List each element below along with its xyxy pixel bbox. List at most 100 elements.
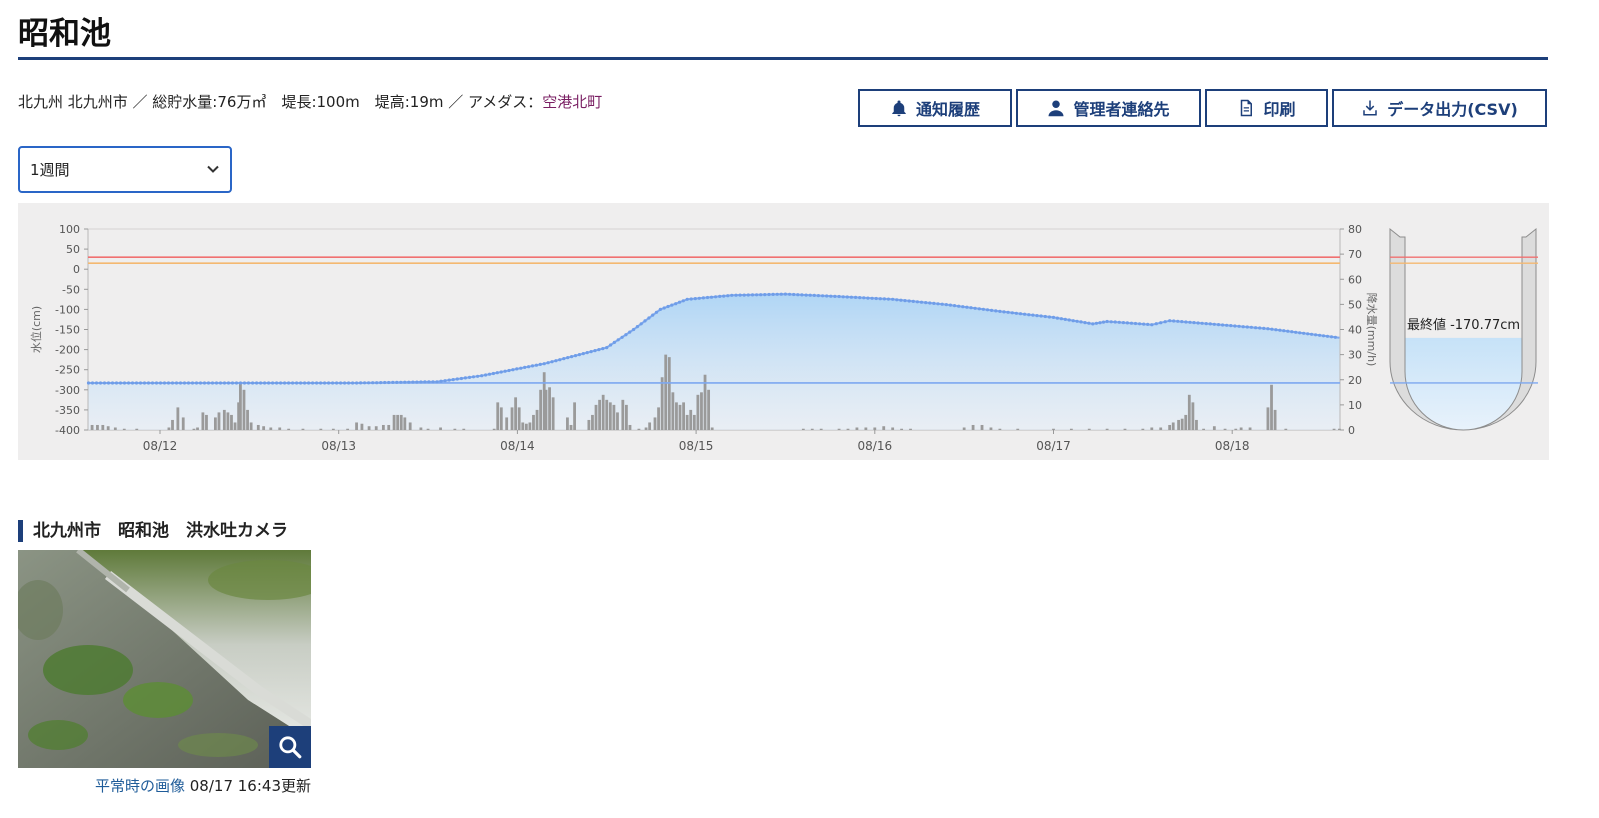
rainfall-bar (810, 428, 814, 430)
water-level-point (1241, 325, 1245, 329)
rainfall-bar (612, 404, 616, 430)
print-button[interactable]: 印刷 (1205, 89, 1328, 127)
water-level-point (858, 296, 862, 300)
rainfall-bar (426, 428, 430, 430)
water-level-point (463, 376, 467, 380)
rainfall-bar (222, 409, 226, 430)
water-level-point (1133, 321, 1138, 326)
admin-contact-button[interactable]: 管理者連絡先 (1016, 89, 1201, 127)
y-left-tick-label: -250 (55, 364, 80, 377)
water-level-point (435, 380, 439, 384)
y-left-axis-title: 水位(cm) (29, 306, 43, 353)
water-level-point (895, 298, 899, 302)
water-level-point (114, 381, 119, 385)
page-title: 昭和池 (18, 16, 111, 52)
rainfall-bar (96, 424, 99, 430)
water-level-point (94, 381, 99, 385)
water-level-point (527, 365, 531, 369)
water-level-point (1010, 311, 1014, 315)
water-level-point (1318, 333, 1322, 337)
water-level-point (130, 381, 135, 385)
rainfall-bar (605, 399, 609, 430)
water-level-point (319, 381, 323, 385)
rainfall-bar (408, 422, 412, 430)
rainfall-bar (667, 357, 671, 430)
water-level-point (658, 307, 663, 311)
period-select[interactable]: 1週間 (18, 146, 232, 193)
rainfall-bar (551, 397, 555, 430)
rainfall-bar (367, 426, 371, 430)
rainfall-bar (171, 419, 174, 430)
rainfall-bar (517, 407, 521, 430)
water-level-point (1142, 322, 1146, 326)
rainfall-bar (355, 422, 358, 430)
water-level-point (643, 319, 647, 323)
water-level-point (1129, 321, 1134, 325)
water-level-point (447, 378, 451, 382)
admin-contact-label: 管理者連絡先 (1073, 100, 1170, 119)
y-right-tick-label: 60 (1348, 273, 1362, 286)
water-level-point (562, 357, 566, 361)
rainfall-bar (462, 428, 466, 430)
water-level-point (1314, 333, 1318, 337)
water-level-point (331, 381, 335, 385)
rainfall-bar (1191, 402, 1195, 430)
water-level-point (977, 307, 981, 311)
water-level-point (411, 380, 415, 384)
camera-updated-time: 08/17 16:43更新 (189, 777, 311, 795)
water-level-point (734, 293, 738, 297)
rainfall-bar (1180, 418, 1184, 430)
water-level-point (944, 303, 948, 307)
notify-history-button[interactable]: 通知履歴 (858, 89, 1012, 127)
water-level-point (829, 294, 833, 298)
water-level-point (439, 379, 443, 383)
water-level-point (1278, 328, 1282, 332)
water-level-point (182, 381, 187, 385)
water-level-point (693, 297, 697, 301)
rainfall-bar (278, 427, 282, 430)
water-level-point (742, 293, 746, 297)
water-level-point (1051, 315, 1056, 319)
water-level-point (546, 361, 550, 365)
water-level-point (994, 309, 998, 313)
rainfall-bar (1159, 427, 1163, 430)
camera-image[interactable] (18, 550, 311, 768)
y-left-tick-label: 50 (66, 243, 80, 256)
camera-zoom-button[interactable] (269, 726, 311, 768)
rainfall-bar (360, 423, 364, 430)
water-level-point (303, 381, 307, 385)
water-level-point (1310, 332, 1314, 336)
water-level-point (570, 355, 574, 359)
water-level-point (1071, 319, 1075, 323)
water-level-point (1075, 319, 1079, 323)
rainfall-bar (492, 428, 496, 430)
water-level-point (981, 307, 986, 311)
water-level-point (523, 365, 527, 369)
water-level-point (722, 294, 726, 298)
rainfall-bar (1069, 428, 1073, 430)
rainfall-bar (230, 414, 233, 430)
water-level-point (1254, 326, 1258, 330)
rainfall-bar (1016, 428, 1020, 430)
amedas-link[interactable]: 空港北町 (542, 93, 602, 111)
water-level-point (190, 381, 195, 385)
csv-export-button[interactable]: データ出力(CSV) (1332, 89, 1547, 127)
normal-image-link[interactable]: 平常時の画像 (95, 777, 185, 795)
rainfall-bar (256, 424, 260, 430)
period-select-value: 1週間 (30, 161, 70, 179)
water-level-point (779, 292, 783, 296)
rainfall-bar (101, 424, 105, 430)
water-level-point (689, 297, 693, 301)
water-level-point (952, 304, 957, 308)
water-level-point (862, 296, 866, 300)
water-level-point (170, 381, 175, 385)
water-level-point (1121, 321, 1125, 325)
rainfall-bar (998, 428, 1002, 430)
water-level-point (395, 380, 399, 384)
water-level-point (755, 293, 759, 297)
water-level-point (154, 381, 159, 385)
water-level-point (1282, 329, 1286, 333)
water-level-point (202, 381, 207, 385)
water-level-point (759, 293, 763, 297)
rainfall-bar (374, 426, 378, 430)
